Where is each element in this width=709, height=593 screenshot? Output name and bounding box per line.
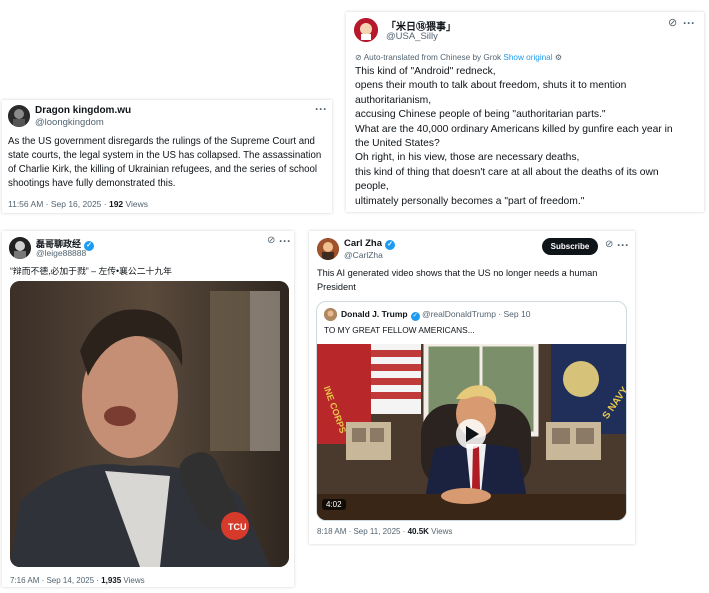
tweet-line: shootings have fully demonstrated this. <box>8 178 176 189</box>
grok-icon[interactable]: ⊘ <box>267 235 275 246</box>
more-options-icon[interactable]: ··· <box>279 234 291 248</box>
handle[interactable]: @CarlZha <box>344 250 383 260</box>
avatar[interactable] <box>8 105 30 127</box>
tweet-card-usa-silly[interactable]: 「米日⑱猥事」 @USA_Silly ⊘ ··· ⊘ Auto-translat… <box>346 12 704 212</box>
grok-icon[interactable]: ⊘ <box>668 16 677 29</box>
display-name[interactable]: Dragon kingdom.wu <box>35 105 131 116</box>
timestamp[interactable]: 11:56 AM · Sep 16, 2025 · <box>8 199 109 209</box>
translation-label: Auto-translated from Chinese by Grok <box>363 53 502 62</box>
tweet-line: of Charlie Kirk, the killing of Ukrainia… <box>8 164 318 175</box>
handle[interactable]: @loongkingdom <box>35 117 104 128</box>
tweet-text: This AI generated video shows that the U… <box>317 267 597 294</box>
quoted-header: Donald J. Trump ✓ @realDonaldTrump · Sep … <box>341 309 530 321</box>
tweet-line: the United States? <box>355 138 440 150</box>
quoted-display-name[interactable]: Donald J. Trump <box>341 309 408 319</box>
tweet-video[interactable]: TCU <box>10 281 289 567</box>
timestamp[interactable]: 7:16 AM · Sep 14, 2025 · <box>10 576 101 585</box>
avatar[interactable] <box>317 238 339 260</box>
tweet-line: President <box>317 281 356 292</box>
show-original-link[interactable]: Show original <box>503 53 552 62</box>
verified-badge-icon: ✓ <box>410 312 420 321</box>
views-label: Views <box>123 199 149 209</box>
views-count: 192 <box>108 199 124 209</box>
tweet-line: This kind of "Android" redneck, <box>355 66 496 77</box>
handle[interactable]: @leige88888 <box>36 248 86 258</box>
settings-icon[interactable]: ⚙ <box>555 53 562 62</box>
quoted-text: TO MY GREAT FELLOW AMERICANS... <box>324 325 475 335</box>
avatar-image <box>354 18 378 42</box>
tweet-card-leige[interactable]: 磊哥聊政经 ✓ @leige88888 ⊘ ··· “辩而不德,必加于戮” – 左… <box>2 231 294 587</box>
translate-icon: ⊘ <box>355 53 364 62</box>
subscribe-button[interactable]: Subscribe <box>542 238 598 255</box>
more-options-icon[interactable]: ··· <box>617 238 629 252</box>
avatar-image <box>9 237 31 259</box>
quoted-handle[interactable]: @realDonaldTrump · Sep 10 <box>422 309 530 319</box>
tweet-line: people, <box>355 181 389 193</box>
tweet-line: accusing Chinese people of being "author… <box>355 109 606 121</box>
tweet-line: opens their mouth to talk about freedom,… <box>355 80 627 92</box>
svg-text:TCU: TCU <box>228 522 247 532</box>
tweet-text: “辩而不德,必加于戮” – 左传•襄公二十九年 <box>10 266 172 276</box>
tweet-line: state courts, the legal system in the US… <box>8 150 322 161</box>
avatar-image <box>324 308 337 321</box>
tweet-line: this kind of thing that doesn't care at … <box>355 166 659 178</box>
video-frame: INE CORPS S NAVY <box>317 341 626 520</box>
tweet-line: ultimately personally becomes a "part of… <box>355 195 585 207</box>
tweet-line: authoritarianism, <box>355 94 432 106</box>
verified-badge-icon: ✓ <box>385 240 396 250</box>
video-duration: 4:02 <box>322 499 346 510</box>
grok-icon[interactable]: ⊘ <box>605 239 613 250</box>
views-label: Views <box>428 527 453 536</box>
tweet-line: Oh right, in his view, those are necessa… <box>355 152 580 164</box>
tweet-video[interactable]: INE CORPS S NAVY 4:02 <box>317 341 626 520</box>
tweet-timestamp[interactable]: 7:16 AM · Sep 14, 2025 · 1,935 Views <box>10 576 145 585</box>
avatar-image <box>317 238 339 260</box>
avatar[interactable] <box>354 18 378 42</box>
views-label: Views <box>121 576 145 585</box>
views-count: 1,935 <box>101 576 122 585</box>
views-count: 40.5K <box>407 527 429 536</box>
display-name[interactable]: Carl Zha ✓ <box>344 238 396 250</box>
translation-note: ⊘ Auto-translated from Chinese by Grok S… <box>355 52 562 62</box>
tweet-text: This kind of "Android" redneck, opens th… <box>355 65 673 209</box>
video-frame: TCU <box>10 281 289 567</box>
tweet-line: What are the 40,000 ordinary Americans k… <box>355 123 673 135</box>
quoted-avatar[interactable] <box>324 308 337 321</box>
avatar[interactable] <box>9 237 31 259</box>
tweet-timestamp[interactable]: 8:18 AM · Sep 11, 2025 · 40.5K Views <box>317 527 452 536</box>
tweet-text: As the US government disregards the ruli… <box>8 135 321 191</box>
quoted-tweet[interactable]: Donald J. Trump ✓ @realDonaldTrump · Sep … <box>316 301 627 521</box>
tweet-card-dragon-kingdom[interactable]: Dragon kingdom.wu @loongkingdom ··· As t… <box>2 100 332 213</box>
display-name-text: Carl Zha <box>344 238 383 249</box>
avatar-image <box>8 105 30 127</box>
handle[interactable]: @USA_Silly <box>386 31 438 42</box>
timestamp[interactable]: 8:18 AM · Sep 11, 2025 · <box>317 527 408 536</box>
more-options-icon[interactable]: ··· <box>315 102 327 116</box>
tweet-timestamp[interactable]: 11:56 AM · Sep 16, 2025 · 192 Views <box>8 199 148 209</box>
tweet-line: As the US government disregards the ruli… <box>8 136 315 147</box>
more-options-icon[interactable]: ··· <box>683 16 695 30</box>
tweet-card-carl-zha[interactable]: Carl Zha ✓ @CarlZha Subscribe ⊘ ··· This … <box>309 231 635 544</box>
tweet-line: This AI generated video shows that the U… <box>317 268 598 278</box>
